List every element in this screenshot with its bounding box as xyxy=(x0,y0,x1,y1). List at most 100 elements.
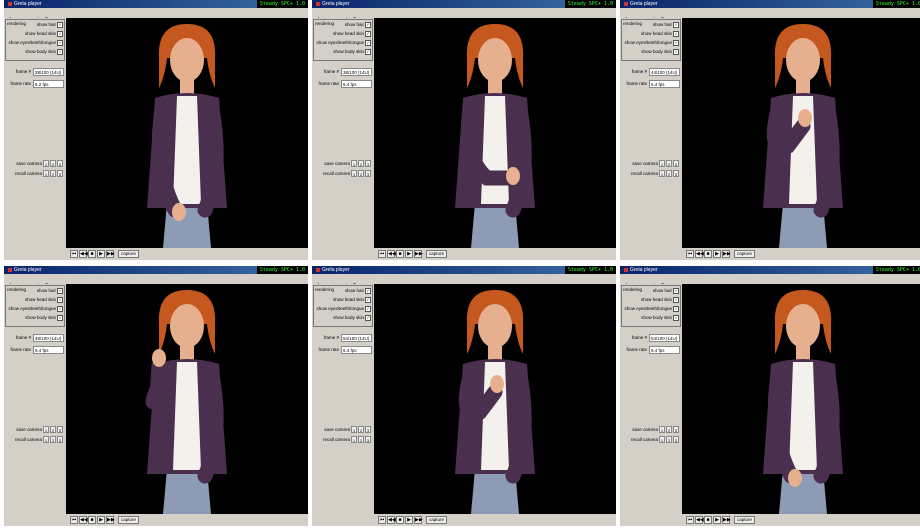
capture-button[interactable]: capture xyxy=(734,516,756,524)
first-frame-icon[interactable]: ⏮ xyxy=(70,516,78,524)
render-toggle[interactable]: show eyes/teeth/tongue ✓ xyxy=(8,306,63,312)
render-toggle[interactable]: show body skin ✓ xyxy=(333,49,371,55)
render-toggle[interactable]: show body skin ✓ xyxy=(641,315,679,321)
rate-field[interactable]: 6.2 fps xyxy=(33,80,64,88)
check-icon[interactable]: ✓ xyxy=(673,288,679,294)
render-toggle[interactable]: show body skin ✓ xyxy=(25,315,63,321)
recall-camera-button[interactable]: 2 xyxy=(666,170,672,177)
frame-field[interactable]: 48/100 (14U) xyxy=(33,334,64,342)
save-camera-button[interactable]: 2 xyxy=(50,426,56,433)
stop-icon[interactable]: ■ xyxy=(396,516,404,524)
title-bar[interactable]: Greta player Steady SPC+ 1.0 xyxy=(312,266,616,274)
recall-camera-button[interactable]: 3 xyxy=(365,436,371,443)
save-camera-button[interactable]: 1 xyxy=(659,426,665,433)
stop-icon[interactable]: ■ xyxy=(704,250,712,258)
check-icon[interactable]: ✓ xyxy=(673,297,679,303)
render-toggle[interactable]: show eyes/teeth/tongue ✓ xyxy=(624,306,679,312)
save-camera-button[interactable]: 2 xyxy=(358,160,364,167)
render-toggle[interactable]: show body skin ✓ xyxy=(641,49,679,55)
recall-camera-button[interactable]: 1 xyxy=(351,170,357,177)
capture-button[interactable]: capture xyxy=(426,250,448,258)
stop-icon[interactable]: ■ xyxy=(396,250,404,258)
rewind-icon[interactable]: ◀◀ xyxy=(387,250,396,258)
save-camera-button[interactable]: 3 xyxy=(57,160,63,167)
recall-camera-button[interactable]: 2 xyxy=(666,436,672,443)
render-toggle[interactable]: show eyes/teeth/tongue ✓ xyxy=(316,40,371,46)
play-icon[interactable]: ▶ xyxy=(713,250,721,258)
check-icon[interactable]: ✓ xyxy=(365,306,371,312)
fast-forward-icon[interactable]: ▶▶ xyxy=(414,516,423,524)
play-icon[interactable]: ▶ xyxy=(405,250,413,258)
render-toggle[interactable]: show head skin ✓ xyxy=(641,297,679,303)
save-camera-button[interactable]: 3 xyxy=(365,160,371,167)
frame-field[interactable]: 54/100 (14U) xyxy=(649,334,680,342)
first-frame-icon[interactable]: ⏮ xyxy=(686,516,694,524)
render-toggle[interactable]: show head skin ✓ xyxy=(25,31,63,37)
save-camera-button[interactable]: 3 xyxy=(365,426,371,433)
check-icon[interactable]: ✓ xyxy=(57,315,63,321)
recall-camera-button[interactable]: 3 xyxy=(673,170,679,177)
play-icon[interactable]: ▶ xyxy=(405,516,413,524)
render-toggle[interactable]: show body skin ✓ xyxy=(333,315,371,321)
check-icon[interactable]: ✓ xyxy=(365,31,371,37)
title-bar[interactable]: Greta player Steady SPC+ 1.0 xyxy=(620,266,920,274)
check-icon[interactable]: ✓ xyxy=(57,288,63,294)
recall-camera-button[interactable]: 3 xyxy=(673,436,679,443)
check-icon[interactable]: ✓ xyxy=(57,49,63,55)
check-icon[interactable]: ✓ xyxy=(57,297,63,303)
recall-camera-button[interactable]: 1 xyxy=(43,436,49,443)
check-icon[interactable]: ✓ xyxy=(365,315,371,321)
capture-button[interactable]: capture xyxy=(118,516,140,524)
render-viewport[interactable] xyxy=(374,284,616,514)
check-icon[interactable]: ✓ xyxy=(57,31,63,37)
recall-camera-button[interactable]: 1 xyxy=(43,170,49,177)
title-bar[interactable]: Greta player Steady SPC+ 1.0 xyxy=(312,0,616,8)
save-camera-button[interactable]: 3 xyxy=(673,426,679,433)
check-icon[interactable]: ✓ xyxy=(365,288,371,294)
fast-forward-icon[interactable]: ▶▶ xyxy=(106,516,115,524)
check-icon[interactable]: ✓ xyxy=(673,31,679,37)
render-viewport[interactable] xyxy=(682,18,920,248)
recall-camera-button[interactable]: 2 xyxy=(50,436,56,443)
render-viewport[interactable] xyxy=(66,18,308,248)
fast-forward-icon[interactable]: ▶▶ xyxy=(722,250,731,258)
render-toggle[interactable]: show hair ✓ xyxy=(653,22,679,28)
render-toggle[interactable]: show hair ✓ xyxy=(37,288,63,294)
stop-icon[interactable]: ■ xyxy=(88,250,96,258)
fast-forward-icon[interactable]: ▶▶ xyxy=(722,516,731,524)
fast-forward-icon[interactable]: ▶▶ xyxy=(414,250,423,258)
recall-camera-button[interactable]: 2 xyxy=(358,170,364,177)
render-toggle[interactable]: show eyes/teeth/tongue ✓ xyxy=(624,40,679,46)
check-icon[interactable]: ✓ xyxy=(57,22,63,28)
frame-field[interactable]: 28/100 (14U) xyxy=(33,68,64,76)
rewind-icon[interactable]: ◀◀ xyxy=(387,516,396,524)
recall-camera-button[interactable]: 2 xyxy=(50,170,56,177)
frame-field[interactable]: 54/100 (14U) xyxy=(341,334,372,342)
render-toggle[interactable]: show body skin ✓ xyxy=(25,49,63,55)
save-camera-button[interactable]: 3 xyxy=(673,160,679,167)
render-toggle[interactable]: show hair ✓ xyxy=(37,22,63,28)
rate-field[interactable]: 6.4 fps xyxy=(33,346,64,354)
save-camera-button[interactable]: 1 xyxy=(43,160,49,167)
recall-camera-button[interactable]: 2 xyxy=(358,436,364,443)
render-toggle[interactable]: show eyes/teeth/tongue ✓ xyxy=(316,306,371,312)
rewind-icon[interactable]: ◀◀ xyxy=(79,250,88,258)
title-bar[interactable]: Greta player Steady SPC+ 1.0 xyxy=(620,0,920,8)
render-toggle[interactable]: show head skin ✓ xyxy=(641,31,679,37)
rewind-icon[interactable]: ◀◀ xyxy=(79,516,88,524)
play-icon[interactable]: ▶ xyxy=(97,250,105,258)
render-toggle[interactable]: show head skin ✓ xyxy=(333,297,371,303)
first-frame-icon[interactable]: ⏮ xyxy=(378,250,386,258)
frame-field[interactable]: 38/100 (14U) xyxy=(341,68,372,76)
recall-camera-button[interactable]: 3 xyxy=(365,170,371,177)
first-frame-icon[interactable]: ⏮ xyxy=(378,516,386,524)
render-viewport[interactable] xyxy=(66,284,308,514)
check-icon[interactable]: ✓ xyxy=(365,49,371,55)
check-icon[interactable]: ✓ xyxy=(365,297,371,303)
rate-field[interactable]: 6.4 fps xyxy=(649,80,680,88)
check-icon[interactable]: ✓ xyxy=(673,49,679,55)
render-toggle[interactable]: show hair ✓ xyxy=(345,22,371,28)
check-icon[interactable]: ✓ xyxy=(673,22,679,28)
check-icon[interactable]: ✓ xyxy=(365,22,371,28)
check-icon[interactable]: ✓ xyxy=(57,40,63,46)
